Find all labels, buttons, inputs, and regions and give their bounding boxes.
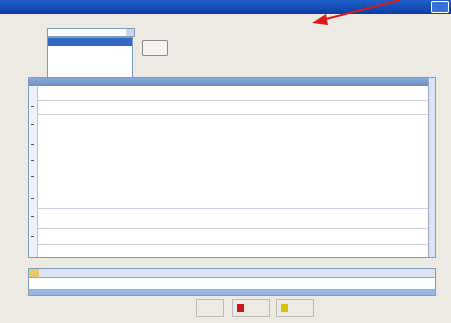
dropdown-option[interactable] — [48, 62, 132, 70]
grid-header-bar — [29, 78, 435, 86]
summary-header — [29, 269, 435, 278]
summary-grid[interactable] — [28, 268, 436, 296]
row-marker — [31, 216, 34, 217]
row-marker — [31, 198, 34, 199]
title-bar — [0, 0, 451, 14]
grid-row-line — [37, 100, 429, 101]
grid-vertical-scrollbar[interactable] — [428, 78, 435, 257]
run-icon — [281, 304, 288, 312]
grid-row-line — [37, 228, 429, 229]
application-window — [0, 0, 451, 323]
row-marker — [31, 176, 34, 177]
summary-scrollbar[interactable] — [29, 289, 435, 295]
secondary-button[interactable] — [196, 299, 224, 317]
chevron-down-icon[interactable] — [126, 29, 134, 36]
filter-combobox[interactable] — [47, 28, 135, 37]
data-grid[interactable] — [28, 77, 436, 258]
filter-apply-button[interactable] — [142, 40, 168, 56]
row-marker — [31, 144, 34, 145]
grid-row-line — [37, 114, 429, 115]
row-header-column — [29, 86, 38, 257]
grid-row-line — [37, 208, 429, 209]
delete-button[interactable] — [232, 299, 270, 317]
grid-corner — [29, 269, 39, 277]
row-marker — [31, 160, 34, 161]
delete-icon — [237, 304, 244, 312]
grid-row-line — [37, 244, 429, 245]
dropdown-option[interactable] — [48, 46, 132, 54]
row-marker — [31, 236, 34, 237]
row-marker — [31, 124, 34, 125]
run-button[interactable] — [276, 299, 314, 317]
row-marker — [31, 106, 34, 107]
close-icon[interactable] — [431, 1, 449, 13]
dropdown-option[interactable] — [48, 38, 132, 46]
dropdown-option[interactable] — [48, 54, 132, 62]
